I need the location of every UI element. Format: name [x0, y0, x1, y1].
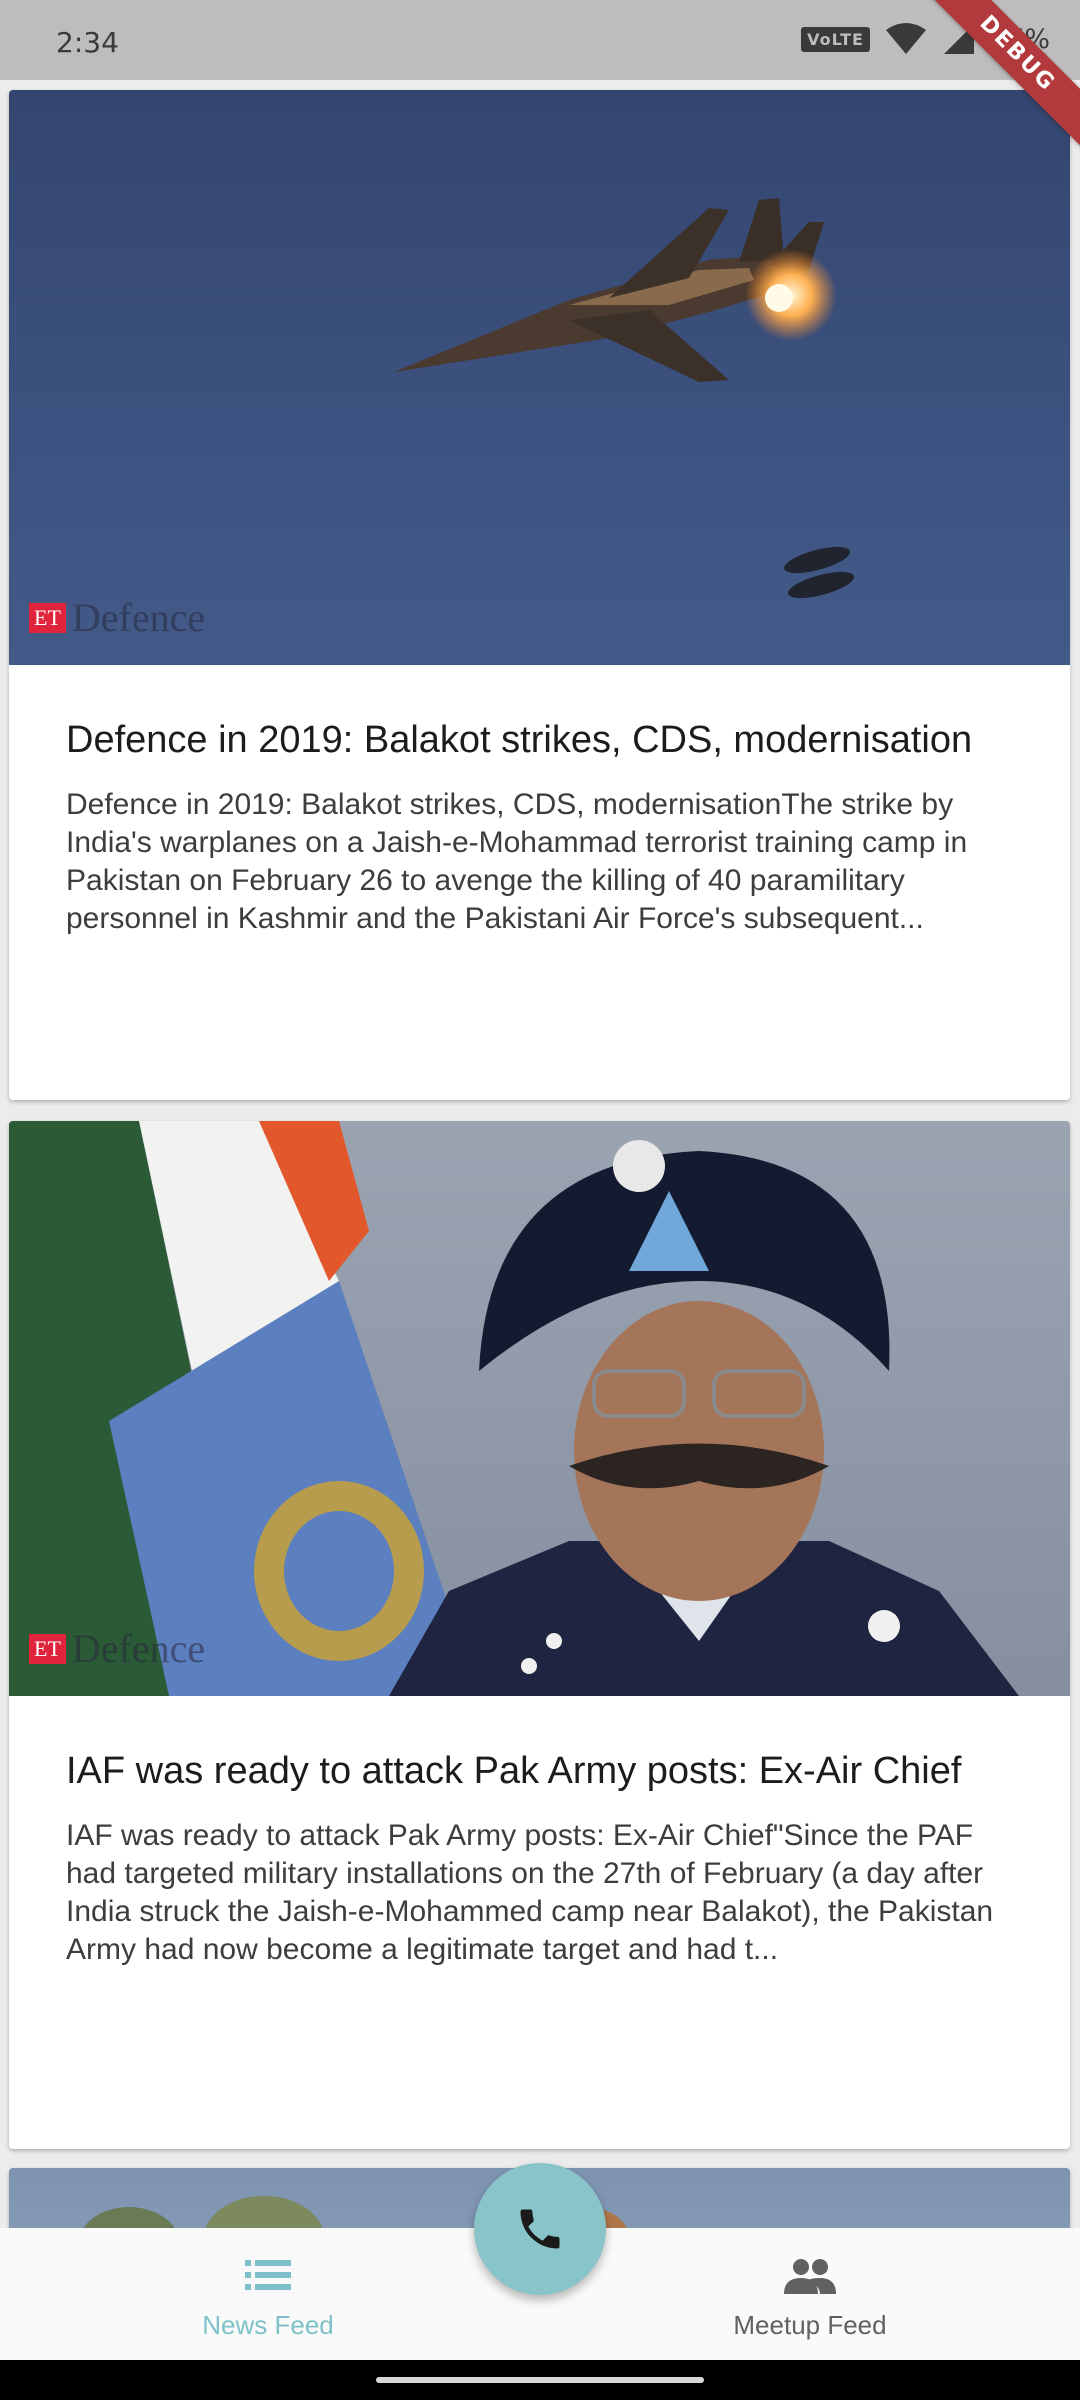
et-logo-box: ET	[29, 602, 66, 633]
nav-news-feed-label: News Feed	[202, 2310, 334, 2340]
volte-badge: VoLTE	[801, 26, 870, 52]
status-bar: 2:34 VoLTE 77%	[0, 0, 1080, 80]
article-body: Defence in 2019: Balakot strikes, CDS, m…	[9, 665, 1070, 938]
news-feed-list[interactable]: ET Defence Defence in 2019: Balakot stri…	[0, 80, 1080, 2228]
home-gesture-handle[interactable]	[376, 2377, 704, 2383]
et-logo-box: ET	[29, 1633, 66, 1664]
nav-meetup-feed-label: Meetup Feed	[733, 2310, 887, 2340]
article-image: ET Defence	[9, 90, 1070, 665]
et-defence-watermark: ET Defence	[29, 1625, 205, 1672]
article-image: ET Defence	[9, 1121, 1070, 1696]
et-logo-word: Defence	[71, 595, 206, 640]
people-icon	[784, 2259, 836, 2294]
article-body: IAF was ready to attack Pak Army posts: …	[9, 1696, 1070, 1969]
article-title[interactable]: IAF was ready to attack Pak Army posts: …	[66, 1748, 1013, 1795]
fighter-jet-illustration	[394, 198, 854, 599]
article-title[interactable]: Defence in 2019: Balakot strikes, CDS, m…	[66, 717, 1013, 764]
air-chief-portrait	[9, 1121, 1019, 1696]
et-logo-word: Defence	[71, 1626, 206, 1671]
system-navigation-bar	[0, 2360, 1080, 2400]
article-description: Defence in 2019: Balakot strikes, CDS, m…	[66, 788, 968, 935]
list-icon	[245, 2260, 291, 2290]
nav-news-feed[interactable]: News Feed	[118, 2228, 418, 2360]
wifi-icon	[885, 23, 926, 54]
nav-meetup-feed[interactable]: Meetup Feed	[660, 2228, 960, 2360]
article-card[interactable]: ET Defence IAF was ready to attack Pak A…	[9, 1121, 1070, 2149]
article-description: IAF was ready to attack Pak Army posts: …	[66, 1819, 994, 1966]
call-fab-button[interactable]	[474, 2163, 606, 2295]
article-card[interactable]: ET Defence Defence in 2019: Balakot stri…	[9, 90, 1070, 1100]
status-time: 2:34	[56, 26, 119, 59]
et-defence-watermark: ET Defence	[29, 594, 205, 641]
phone-icon	[520, 2209, 560, 2249]
